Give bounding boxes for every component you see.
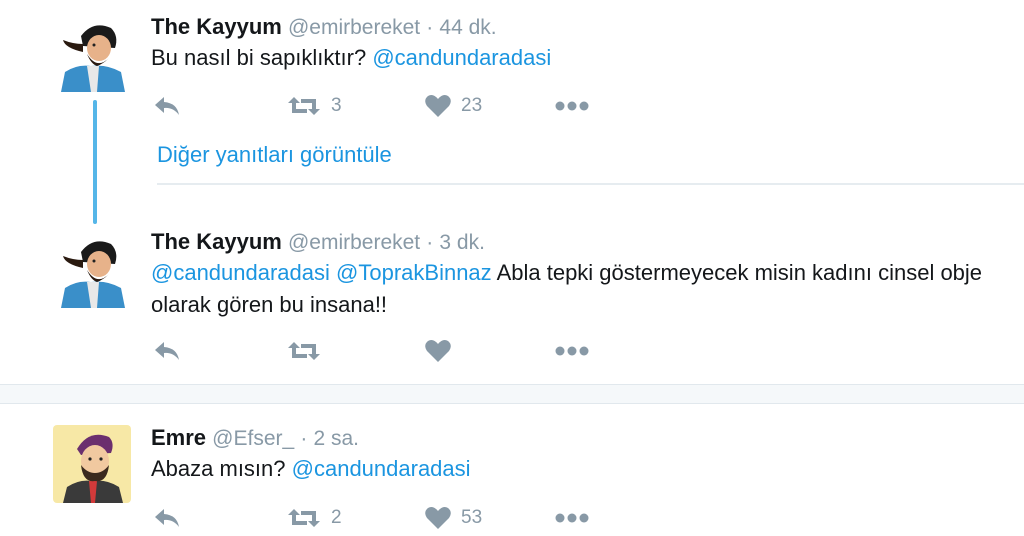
conversation-divider — [0, 384, 1024, 404]
tweet-text-body: Bu nasıl bi sapıklıktır? — [151, 45, 373, 70]
mention-link[interactable]: @candundaradasi — [151, 260, 330, 285]
view-more-replies-link[interactable]: Diğer yanıtları görüntüle — [157, 142, 392, 168]
tweet-text: @candundaradasi @ToprakBinnaz Abla tepki… — [151, 257, 1011, 321]
avatar-illustration-icon — [53, 425, 131, 503]
reply-button[interactable] — [153, 91, 181, 121]
user-handle[interactable]: @emirbereket — [288, 231, 420, 254]
mention-link[interactable]: @ToprakBinnaz — [336, 260, 492, 285]
heart-icon — [425, 507, 451, 529]
tweet-header: The Kayyum @emirbereket · 3 dk. — [151, 229, 485, 256]
retweet-count: 3 — [331, 95, 342, 116]
retweet-button[interactable]: 2 — [287, 503, 342, 533]
reply-button[interactable] — [153, 336, 181, 366]
user-handle[interactable]: @Efser_ — [212, 427, 294, 450]
timestamp[interactable]: 3 dk. — [439, 231, 485, 254]
mention-link[interactable]: @candundaradasi — [292, 456, 471, 481]
separator: · — [426, 231, 434, 254]
divider — [157, 183, 1024, 185]
like-button[interactable]: 53 — [425, 503, 482, 533]
tweet-2[interactable]: The Kayyum @emirbereket · 3 dk. @candund… — [0, 186, 1024, 384]
like-button[interactable] — [425, 336, 451, 366]
avatar-illustration-icon — [53, 14, 131, 92]
tweet-text: Bu nasıl bi sapıklıktır? @candundaradasi — [151, 42, 1011, 74]
display-name[interactable]: The Kayyum — [151, 14, 282, 39]
tweet-header: The Kayyum @emirbereket · 44 dk. — [151, 14, 497, 41]
heart-icon — [425, 340, 451, 362]
reply-icon — [155, 509, 179, 527]
tweet-actions: 2 53 — [151, 503, 611, 533]
avatar[interactable] — [53, 425, 131, 503]
separator: · — [426, 16, 434, 39]
more-button[interactable] — [555, 336, 589, 366]
more-icon — [555, 346, 589, 356]
avatar[interactable] — [53, 14, 131, 92]
timestamp[interactable]: 2 sa. — [313, 427, 359, 450]
more-button[interactable] — [555, 503, 589, 533]
separator: · — [300, 427, 308, 450]
user-handle[interactable]: @emirbereket — [288, 16, 420, 39]
reply-icon — [155, 97, 179, 115]
mention-link[interactable]: @candundaradasi — [372, 45, 551, 70]
tweet-3[interactable]: Emre @Efser_ · 2 sa. Abaza mısın? @candu… — [0, 404, 1024, 536]
tweet-1[interactable]: The Kayyum @emirbereket · 44 dk. Bu nası… — [0, 0, 1024, 130]
display-name[interactable]: Emre — [151, 425, 206, 450]
display-name[interactable]: The Kayyum — [151, 229, 282, 254]
retweet-count: 2 — [331, 507, 342, 528]
reply-icon — [155, 342, 179, 360]
tweet-text: Abaza mısın? @candundaradasi — [151, 453, 1011, 485]
tweet-header: Emre @Efser_ · 2 sa. — [151, 425, 359, 452]
more-icon — [555, 101, 589, 111]
avatar[interactable] — [53, 230, 131, 308]
tweet-text-body: Abaza mısın? — [151, 456, 292, 481]
avatar-illustration-icon — [53, 230, 131, 308]
timestamp[interactable]: 44 dk. — [439, 16, 496, 39]
retweet-button[interactable]: 3 — [287, 91, 342, 121]
reply-button[interactable] — [153, 503, 181, 533]
heart-icon — [425, 95, 451, 117]
retweet-button[interactable] — [287, 336, 321, 366]
tweet-actions: 3 23 — [151, 91, 611, 121]
like-button[interactable]: 23 — [425, 91, 482, 121]
tweet-actions — [151, 336, 611, 366]
more-button[interactable] — [555, 91, 589, 121]
more-icon — [555, 513, 589, 523]
retweet-icon — [288, 97, 320, 115]
retweet-icon — [288, 509, 320, 527]
like-count: 23 — [461, 95, 483, 116]
retweet-icon — [288, 342, 320, 360]
like-count: 53 — [461, 507, 483, 528]
